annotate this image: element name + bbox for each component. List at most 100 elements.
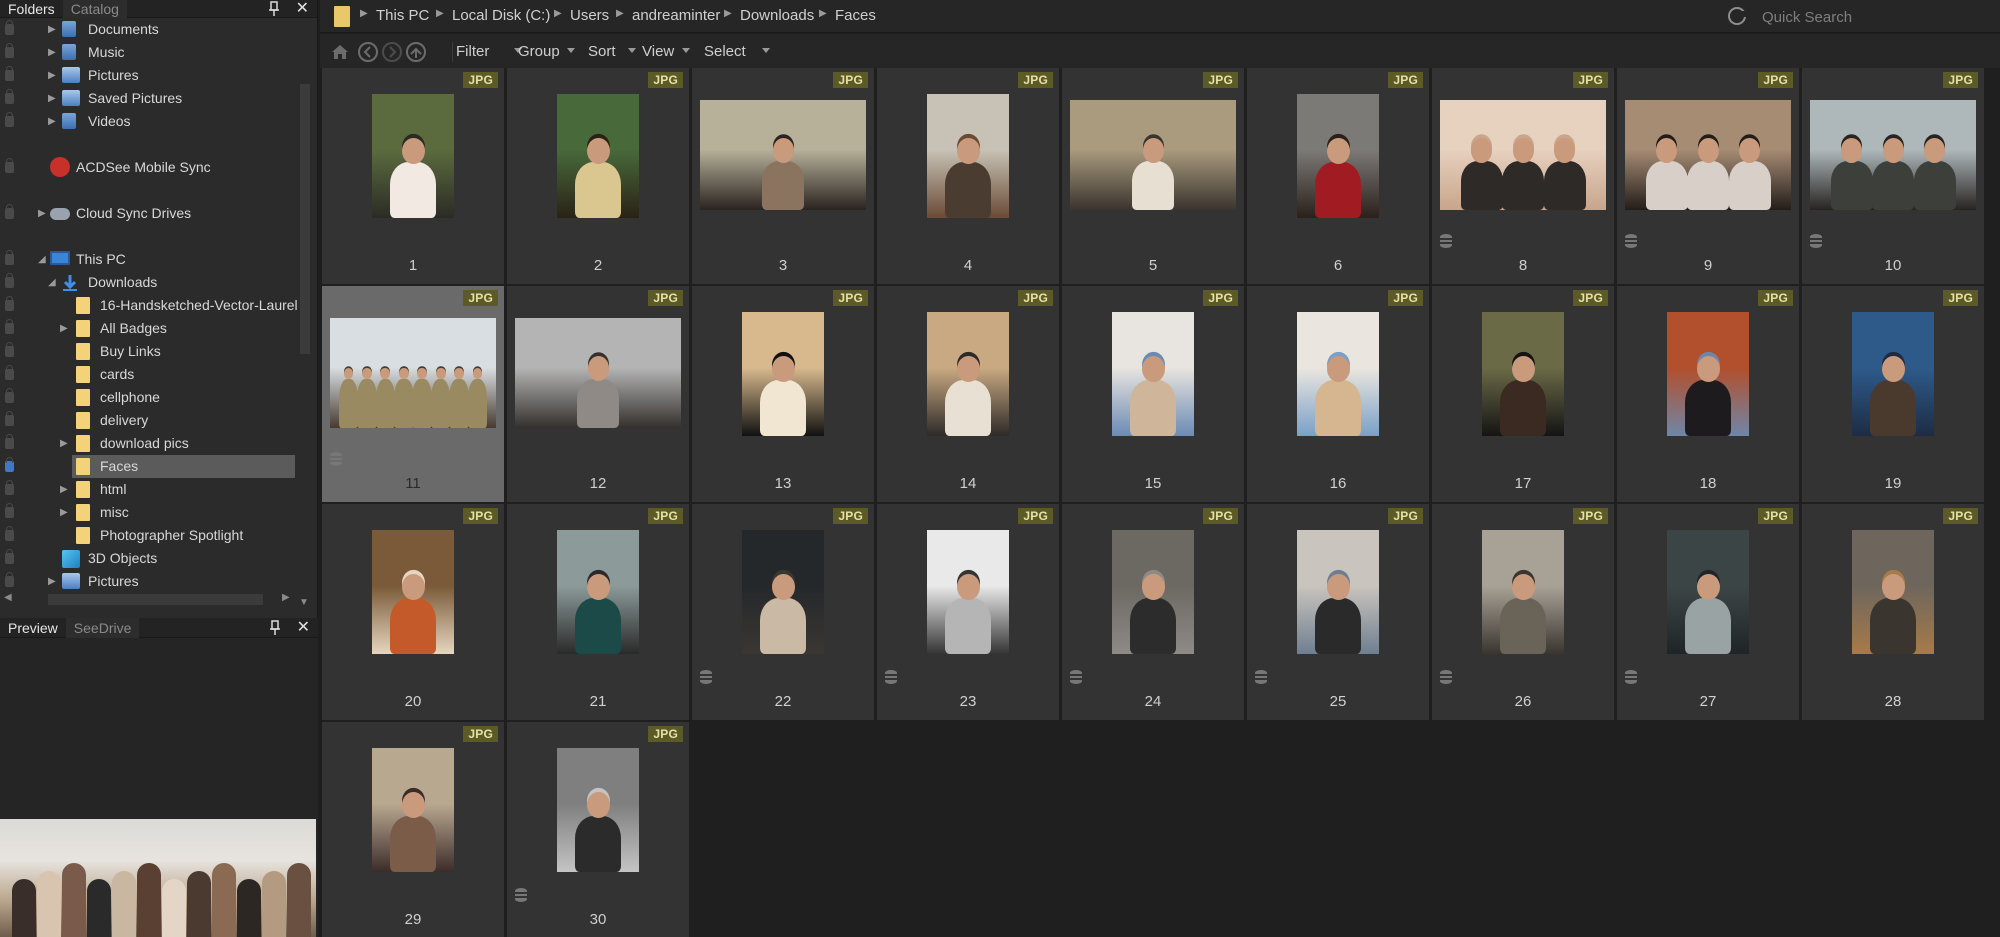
tree-item-download-pics[interactable]: ▶ download pics [0,432,295,455]
lock-icon[interactable] [5,250,14,265]
photo-thumbnail[interactable] [1625,100,1791,210]
expand-arrow-icon[interactable]: ▶ [60,507,70,519]
photo-thumbnail[interactable] [927,530,1009,654]
tree-item-pictures[interactable]: ▶ Pictures [0,64,295,87]
thumbnail-tile[interactable]: JPG 25 [1247,504,1429,720]
breadcrumb-separator-icon[interactable]: ▶ [724,8,732,19]
photo-thumbnail[interactable] [1667,530,1749,654]
photo-thumbnail[interactable] [1667,312,1749,436]
photo-thumbnail[interactable] [1297,94,1379,218]
tree-item-all-badges[interactable]: ▶ All Badges [0,317,295,340]
chevron-down-icon[interactable] [567,48,575,53]
tree-item-faces[interactable]: Faces [5,455,295,478]
photo-thumbnail[interactable] [372,748,454,872]
photo-thumbnail[interactable] [1440,100,1606,210]
photo-thumbnail[interactable] [1810,100,1976,210]
photo-thumbnail[interactable] [700,100,866,210]
expand-arrow-icon[interactable]: ▶ [60,438,70,450]
breadcrumb-item[interactable]: andreaminter [632,7,720,24]
menu-view[interactable]: View [642,43,674,60]
lock-icon[interactable] [5,480,14,495]
photo-thumbnail[interactable] [372,530,454,654]
tree-item-videos[interactable]: ▶ Videos [0,110,295,133]
lock-icon[interactable] [5,273,14,288]
photo-thumbnail[interactable] [1482,312,1564,436]
chevron-down-icon[interactable] [761,48,770,53]
forward-icon[interactable] [382,42,402,62]
photo-thumbnail[interactable] [372,94,454,218]
photo-thumbnail[interactable] [927,312,1009,436]
expand-arrow-icon[interactable]: ▶ [38,208,48,220]
tab-seedrive[interactable]: SeeDrive [65,617,140,638]
tree-item-documents[interactable]: ▶ Documents [0,18,295,41]
thumbnail-tile[interactable]: JPG 20 [322,504,504,720]
thumbnail-tile[interactable]: JPG 17 [1432,286,1614,502]
expand-arrow-icon[interactable]: ▶ [48,70,58,82]
thumbnail-tile[interactable]: JPG 21 [507,504,689,720]
thumbnail-tile[interactable]: JPG 4 [877,68,1059,284]
breadcrumb-separator-icon[interactable]: ▶ [554,8,562,19]
menu-select[interactable]: Select [704,43,746,60]
thumbnail-tile[interactable]: JPG 10 [1802,68,1984,284]
lock-icon[interactable] [5,89,14,104]
breadcrumb-separator-icon[interactable]: ▶ [616,8,624,19]
breadcrumb-item[interactable]: Downloads [740,7,814,24]
photo-thumbnail[interactable] [1112,530,1194,654]
lock-icon[interactable] [5,20,14,35]
up-folder-icon[interactable] [406,42,426,62]
active-pin-icon[interactable] [5,457,14,472]
thumbnail-tile[interactable]: JPG 3 [692,68,874,284]
lock-icon[interactable] [5,365,14,380]
thumbnail-tile[interactable]: JPG 19 [1802,286,1984,502]
lock-icon[interactable] [5,526,14,541]
photo-thumbnail[interactable] [742,530,824,654]
thumbnail-tile[interactable]: JPG 27 [1617,504,1799,720]
breadcrumb-separator-icon[interactable]: ▶ [436,8,444,19]
lock-icon[interactable] [5,43,14,58]
photo-thumbnail[interactable] [1112,312,1194,436]
thumbnail-tile[interactable]: JPG 6 [1247,68,1429,284]
lock-icon[interactable] [5,112,14,127]
thumbnail-tile[interactable]: JPG 8 [1432,68,1614,284]
thumbnail-tile[interactable]: JPG 13 [692,286,874,502]
expand-arrow-icon[interactable]: ▶ [48,47,58,59]
tab-preview[interactable]: Preview [0,618,66,638]
thumbnail-tile[interactable]: JPG 11 [322,286,504,502]
menu-group[interactable]: Group [518,43,560,60]
photo-thumbnail[interactable] [1297,312,1379,436]
expand-arrow-icon[interactable]: ▶ [60,484,70,496]
photo-thumbnail[interactable] [1070,100,1236,210]
thumbnail-tile[interactable]: JPG 22 [692,504,874,720]
tree-item-16-handsketched-vector-laurels[interactable]: 16-Handsketched-Vector-Laurels [0,294,305,317]
breadcrumb-item[interactable]: Local Disk (C:) [452,7,550,24]
tab-catalog[interactable]: Catalog [62,0,127,18]
photo-thumbnail[interactable] [330,318,496,428]
photo-thumbnail[interactable] [1297,530,1379,654]
lock-icon[interactable] [5,572,14,587]
scroll-right-arrow-icon[interactable]: ▶ [282,592,290,603]
thumbnail-tile[interactable]: JPG 24 [1062,504,1244,720]
close-icon[interactable]: ✕ [297,618,310,638]
lock-icon[interactable] [5,66,14,81]
tree-item-delivery[interactable]: delivery [0,409,295,432]
expand-arrow-icon[interactable]: ▶ [48,24,58,36]
tree-item-this-pc[interactable]: ◢ This PC [0,248,295,271]
thumbnail-tile[interactable]: JPG 16 [1247,286,1429,502]
chevron-down-icon[interactable] [628,48,637,53]
tree-item-downloads[interactable]: ◢ Downloads [0,271,295,294]
photo-thumbnail[interactable] [1482,530,1564,654]
expand-arrow-icon[interactable]: ▶ [60,323,70,335]
lock-icon[interactable] [5,296,14,311]
thumbnail-tile[interactable]: JPG 9 [1617,68,1799,284]
photo-thumbnail[interactable] [557,94,639,218]
thumbnail-tile[interactable]: JPG 30 [507,722,689,937]
photo-thumbnail[interactable] [557,530,639,654]
quick-search-input[interactable] [1762,6,1992,28]
photo-thumbnail[interactable] [557,748,639,872]
menu-filter[interactable]: Filter [456,43,489,60]
collapse-arrow-icon[interactable]: ◢ [38,254,48,266]
thumbnail-tile[interactable]: JPG 14 [877,286,1059,502]
scrollbar-thumb[interactable] [300,84,310,354]
thumbnail-tile[interactable]: JPG 26 [1432,504,1614,720]
tree-item-cellphone[interactable]: cellphone [0,386,295,409]
